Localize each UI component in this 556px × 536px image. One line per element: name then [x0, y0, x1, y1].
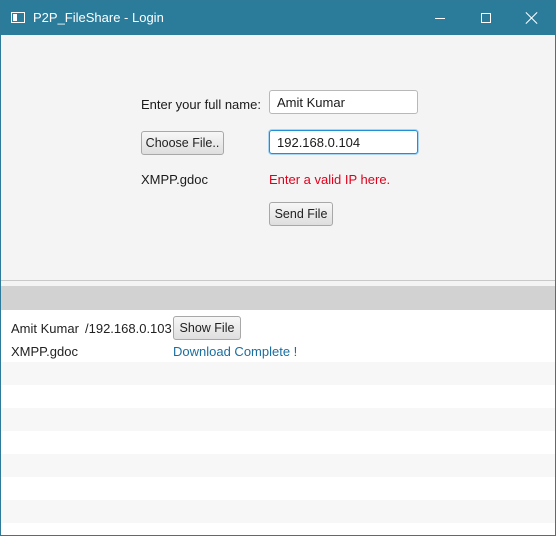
choose-file-button[interactable]: Choose File.. — [141, 131, 224, 155]
list-row-empty — [1, 500, 555, 523]
list-row-empty — [1, 431, 555, 454]
list-row-empty — [1, 454, 555, 477]
close-icon — [525, 11, 539, 25]
ip-error-message: Enter a valid IP here. — [269, 172, 391, 187]
selected-file-name: XMPP.gdoc — [141, 172, 208, 187]
sender-name: Amit Kumar — [11, 321, 79, 336]
title-bar[interactable]: P2P_FileShare - Login — [1, 1, 555, 35]
name-field[interactable]: Amit Kumar — [269, 90, 418, 114]
file-name: XMPP.gdoc — [11, 344, 78, 359]
sender-ip: /192.168.0.103 — [85, 321, 172, 336]
list-item[interactable]: XMPP.gdoc Download Complete ! — [1, 339, 555, 362]
app-icon — [11, 12, 25, 23]
maximize-button[interactable] — [463, 1, 509, 35]
show-file-button[interactable]: Show File — [173, 316, 241, 340]
list-item[interactable]: Amit Kumar /192.168.0.103 Show File — [1, 310, 555, 340]
login-form: Enter your full name: Amit Kumar Choose … — [1, 35, 555, 280]
list-row-empty — [1, 408, 555, 431]
window-title: P2P_FileShare - Login — [33, 10, 164, 25]
app-window: P2P_FileShare - Login Enter your full na… — [0, 0, 556, 536]
send-file-button[interactable]: Send File — [269, 202, 333, 226]
download-status: Download Complete ! — [173, 344, 298, 359]
ip-address-field[interactable]: 192.168.0.104 — [269, 130, 418, 154]
divider — [1, 280, 555, 281]
close-button[interactable] — [509, 1, 555, 35]
maximize-icon — [481, 13, 491, 23]
list-row-empty — [1, 385, 555, 408]
minimize-icon — [435, 17, 445, 19]
transfer-list-header — [1, 286, 555, 310]
list-row-empty — [1, 362, 555, 385]
transfer-list[interactable]: Amit Kumar /192.168.0.103 Show File XMPP… — [1, 310, 555, 535]
list-row-empty — [1, 477, 555, 500]
minimize-button[interactable] — [417, 1, 463, 35]
name-label: Enter your full name: — [141, 97, 261, 112]
list-row-empty — [1, 523, 555, 535]
